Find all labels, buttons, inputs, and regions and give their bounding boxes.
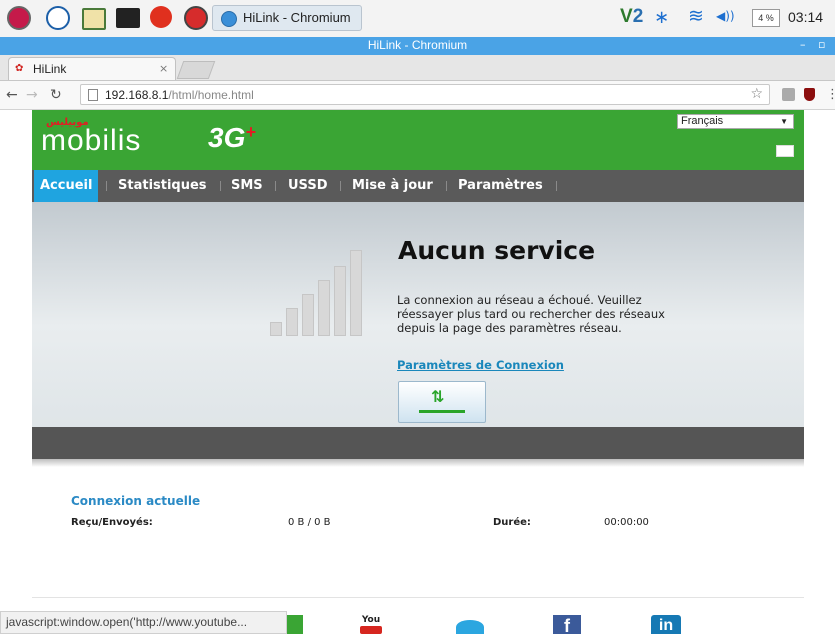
- menu-item-statistiques[interactable]: Statistiques: [118, 170, 207, 202]
- status-message: La connexion au réseau a échoué. Veuille…: [397, 293, 665, 335]
- language-select[interactable]: Français ▼: [677, 114, 794, 129]
- linkedin-label: in: [658, 617, 674, 634]
- facebook-label: f: [564, 616, 570, 634]
- extension-icon[interactable]: [782, 88, 795, 101]
- browser-status-bar: javascript:window.open('http://www.youtu…: [0, 611, 287, 634]
- chromium-icon[interactable]: [184, 6, 208, 30]
- connect-button[interactable]: ⇅: [398, 381, 486, 423]
- chromium-app-icon: [221, 11, 237, 27]
- connect-underline: [419, 410, 465, 413]
- menu-item-parametres[interactable]: Paramètres: [458, 170, 543, 202]
- url-path: /html/home.html: [168, 88, 254, 102]
- window-title: HiLink - Chromium: [367, 38, 468, 52]
- youtube-icon[interactable]: You: [360, 615, 382, 634]
- chevron-down-icon: ▼: [780, 117, 788, 126]
- network-3g-logo: 3G+: [208, 122, 256, 154]
- menu-item-sms[interactable]: SMS: [231, 170, 263, 202]
- network-plus: +: [245, 122, 256, 142]
- signal-bar: [318, 280, 330, 336]
- signal-bar: [334, 266, 346, 336]
- browser-tab[interactable]: ✿ HiLink ×: [8, 57, 176, 80]
- taskbar-app-label: HiLink - Chromium: [243, 10, 351, 25]
- youtube-label: You: [361, 615, 381, 625]
- minimize-button[interactable]: –: [800, 38, 806, 51]
- footer-social-green-icon[interactable]: [287, 615, 303, 634]
- youtube-logo-bar: [360, 626, 382, 634]
- recv-sent-label: Reçu/Envoyés:: [71, 517, 153, 528]
- ublock-icon[interactable]: [804, 88, 815, 101]
- menu-separator: [340, 181, 341, 191]
- terminal-icon[interactable]: [116, 8, 140, 28]
- menu-icon[interactable]: ⋮: [826, 87, 835, 102]
- battery-percent: 4 %: [758, 13, 774, 23]
- menu-separator: [275, 181, 276, 191]
- connection-settings-link[interactable]: Paramètres de Connexion: [397, 358, 564, 372]
- transfer-arrows-icon: ⇅: [431, 387, 445, 406]
- folder-icon[interactable]: [82, 8, 106, 30]
- maximize-button[interactable]: ▫: [818, 38, 825, 51]
- status-panel: Aucun service La connexion au réseau a é…: [32, 202, 804, 427]
- signal-bar: [302, 294, 314, 336]
- duration-label: Durée:: [493, 517, 531, 528]
- main-menu: Accueil Statistiques SMS USSD Mise à jou…: [32, 170, 804, 202]
- taskbar-active-app[interactable]: HiLink - Chromium: [212, 5, 362, 31]
- new-tab-button[interactable]: [176, 61, 216, 79]
- status-panel-footer: [32, 427, 804, 459]
- mobilis-logo[interactable]: mobilis: [41, 124, 141, 158]
- window-titlebar[interactable]: HiLink - Chromium – ▫: [0, 37, 835, 55]
- menu-item-mise-a-jour[interactable]: Mise à jour: [352, 170, 433, 202]
- connection-title: Connexion actuelle: [71, 494, 201, 508]
- browser-toolbar: ← → ↻ 192.168.8.1/html/home.html ☆ ⋮: [0, 81, 835, 110]
- twitter-icon[interactable]: [456, 620, 484, 634]
- signal-strength-icon: [270, 250, 366, 336]
- page-viewport: موبيليس mobilis 3G+ Français ▼ Accueil S…: [0, 110, 835, 634]
- burst-icon[interactable]: [150, 6, 172, 28]
- signal-bar: [270, 322, 282, 336]
- menu-item-accueil[interactable]: Accueil: [34, 170, 99, 202]
- forward-icon[interactable]: →: [26, 87, 38, 103]
- signal-bar: [286, 308, 298, 336]
- reload-icon[interactable]: ↻: [50, 87, 62, 103]
- cpu-monitor: 4 %: [752, 9, 780, 27]
- facebook-icon[interactable]: f: [553, 615, 581, 634]
- status-title: Aucun service: [398, 236, 596, 265]
- url-text: 192.168.8.1/html/home.html: [105, 88, 254, 102]
- duration-value: 00:00:00: [604, 517, 649, 528]
- tab-strip: ✿ HiLink ×: [0, 55, 835, 81]
- back-icon[interactable]: ←: [6, 87, 18, 103]
- menu-item-ussd[interactable]: USSD: [288, 170, 328, 202]
- menu-separator: [220, 181, 221, 191]
- address-bar[interactable]: 192.168.8.1/html/home.html ☆: [80, 84, 770, 105]
- network-tag: 3G: [208, 122, 246, 153]
- globe-icon[interactable]: [46, 6, 70, 30]
- page-icon: [88, 89, 98, 101]
- sim-card-icon: [776, 145, 794, 157]
- language-value: Français: [681, 115, 724, 127]
- menu-separator: [106, 181, 107, 191]
- footer-divider: [32, 597, 804, 598]
- tab-close-icon[interactable]: ×: [159, 62, 168, 75]
- signal-bar: [350, 250, 362, 336]
- url-host: 192.168.8.1: [105, 88, 169, 102]
- os-taskbar: HiLink - Chromium V2 ∗ ≋ ◀)) 4 % 03:14: [0, 0, 835, 37]
- linkedin-icon[interactable]: in: [651, 615, 681, 634]
- clock: 03:14: [788, 9, 824, 25]
- site-header: موبيليس mobilis 3G+ Français ▼: [32, 110, 804, 170]
- raspberry-icon[interactable]: [7, 6, 31, 30]
- bookmark-star-icon[interactable]: ☆: [750, 86, 763, 102]
- menu-separator: [446, 181, 447, 191]
- panel-shadow: [32, 459, 804, 467]
- recv-sent-value: 0 B / 0 B: [288, 517, 331, 528]
- tab-label: HiLink: [33, 62, 67, 76]
- huawei-favicon-icon: ✿: [15, 63, 24, 74]
- menu-separator: [556, 181, 557, 191]
